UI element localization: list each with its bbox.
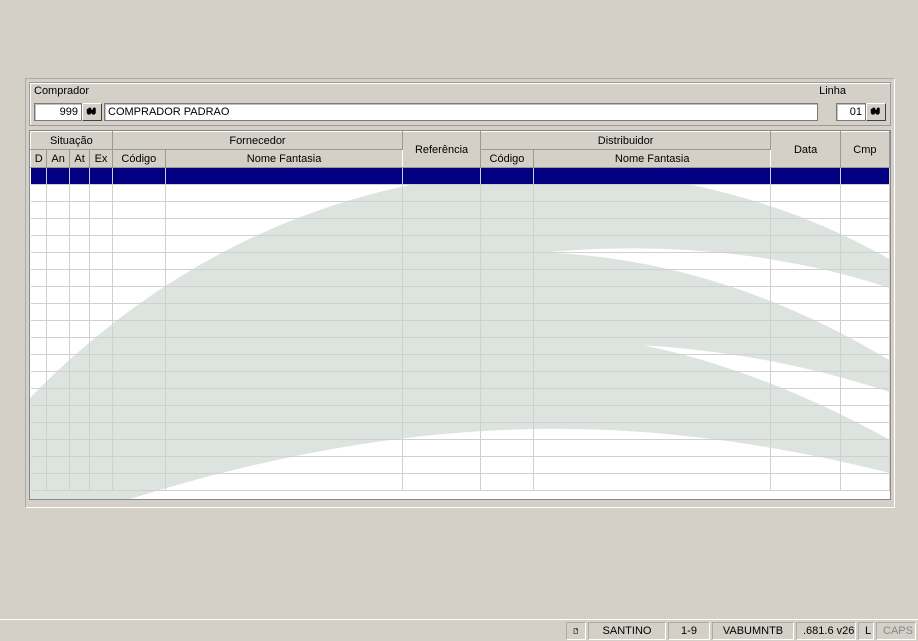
- linha-code-input[interactable]: [836, 103, 866, 121]
- col-codigo-f[interactable]: Código: [112, 150, 165, 168]
- status-user: SANTINO: [588, 622, 666, 640]
- col-d[interactable]: D: [31, 150, 47, 168]
- status-caps: CAPS: [876, 622, 916, 640]
- comprador-code-input[interactable]: [34, 103, 82, 121]
- col-referencia[interactable]: Referência: [403, 132, 481, 168]
- table-row[interactable]: [31, 423, 890, 440]
- status-bar: SANTINO 1-9 VABUMNTB .681.6 v26 L CAPS: [0, 619, 918, 641]
- table-row[interactable]: [31, 338, 890, 355]
- binoculars-icon: [870, 106, 882, 118]
- col-situacao[interactable]: Situação: [31, 132, 113, 150]
- filter-bar: Comprador Linha: [29, 82, 891, 126]
- table-row[interactable]: [31, 253, 890, 270]
- table-row[interactable]: [31, 202, 890, 219]
- table-row[interactable]: [31, 389, 890, 406]
- col-data[interactable]: Data: [771, 132, 841, 168]
- table-row[interactable]: [31, 406, 890, 423]
- table-row[interactable]: [31, 457, 890, 474]
- table-row[interactable]: [31, 270, 890, 287]
- col-at[interactable]: At: [69, 150, 89, 168]
- status-version: .681.6 v26: [796, 622, 856, 640]
- linha-lookup-button[interactable]: [866, 103, 886, 121]
- main-panel: Comprador Linha: [25, 78, 895, 508]
- col-codigo-d[interactable]: Código: [480, 150, 533, 168]
- table-row[interactable]: [31, 236, 890, 253]
- table-row[interactable]: [31, 321, 890, 338]
- table-row[interactable]: [31, 372, 890, 389]
- col-cmp[interactable]: Cmp: [840, 132, 889, 168]
- table-row[interactable]: [31, 287, 890, 304]
- data-grid[interactable]: SituaçãoFornecedorReferênciaDistribuidor…: [29, 130, 891, 500]
- col-fornecedor[interactable]: Fornecedor: [112, 132, 402, 150]
- comprador-name-input[interactable]: [104, 103, 818, 121]
- status-doc-icon: [566, 622, 586, 640]
- comprador-lookup-button[interactable]: [82, 103, 102, 121]
- table-row[interactable]: [31, 355, 890, 372]
- col-an[interactable]: An: [47, 150, 69, 168]
- table-row[interactable]: [31, 440, 890, 457]
- status-page: 1-9: [668, 622, 710, 640]
- binoculars-icon: [86, 106, 98, 118]
- table-row[interactable]: [31, 168, 890, 185]
- linha-label: Linha: [819, 85, 846, 97]
- table-row[interactable]: [31, 474, 890, 491]
- comprador-label: Comprador: [34, 85, 89, 97]
- col-ex[interactable]: Ex: [90, 150, 112, 168]
- table-row[interactable]: [31, 219, 890, 236]
- status-ind-l: L: [858, 622, 874, 640]
- col-nome-f[interactable]: Nome Fantasia: [165, 150, 402, 168]
- status-module: VABUMNTB: [712, 622, 794, 640]
- table-row[interactable]: [31, 304, 890, 321]
- table-row[interactable]: [31, 185, 890, 202]
- col-nome-d[interactable]: Nome Fantasia: [534, 150, 771, 168]
- col-distribuidor[interactable]: Distribuidor: [480, 132, 770, 150]
